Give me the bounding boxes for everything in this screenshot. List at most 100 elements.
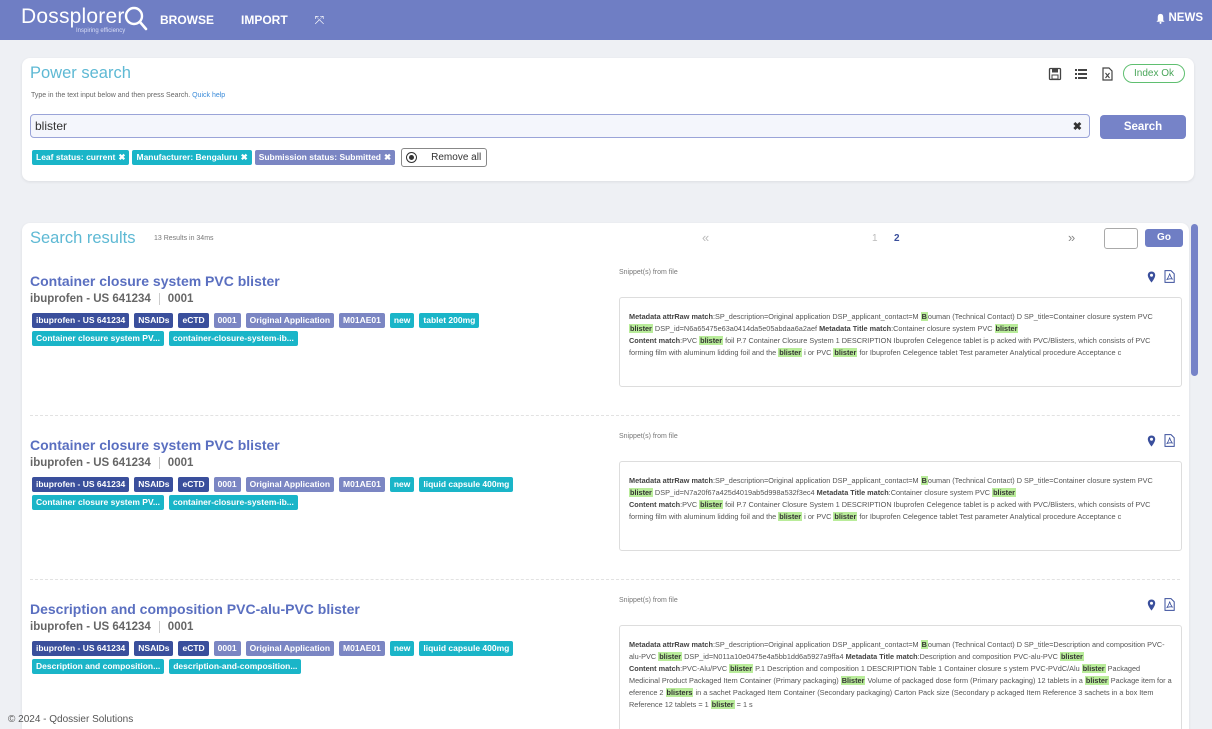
- pdf-file-icon[interactable]: [1164, 434, 1175, 452]
- snippet-text: :PVC: [680, 499, 700, 509]
- snippet-highlight: blister: [710, 699, 735, 709]
- results-scrollbar[interactable]: [1191, 224, 1198, 376]
- location-pin-icon[interactable]: [1147, 270, 1156, 288]
- snippet-highlight: B: [920, 640, 928, 649]
- result-product: ibuprofen - US 641234: [30, 621, 151, 633]
- result-item: Description and composition PVC-alu-PVC …: [22, 597, 1189, 729]
- snippet-highlight: blister: [833, 347, 858, 357]
- snippet-match-label: Content match: [629, 499, 681, 509]
- save-icon[interactable]: [1048, 67, 1062, 81]
- news-link[interactable]: NEWS: [1155, 12, 1204, 24]
- result-tag: container-closure-system-ib...: [168, 495, 298, 510]
- result-tags: ibuprofen - US 641234 NSAIDs eCTD 0001 O…: [32, 477, 592, 510]
- pdf-file-icon[interactable]: [1164, 598, 1175, 616]
- result-tag: liquid capsule 400mg: [419, 641, 514, 656]
- snippet-highlight: blister: [1059, 651, 1084, 661]
- clear-search-icon[interactable]: ✖: [1073, 120, 1082, 133]
- export-file-icon[interactable]: [1100, 67, 1114, 81]
- result-tag: new: [389, 641, 415, 656]
- subtitle-divider: [158, 457, 160, 469]
- result-tag: 0001: [213, 641, 241, 656]
- nav-browse[interactable]: BROWSE: [160, 13, 214, 27]
- snippet-text: :Container closure system PVC: [891, 323, 995, 333]
- snippet-match-label: Content match: [629, 335, 681, 345]
- snippet-highlight: blister: [729, 663, 754, 673]
- footer-copyright: © 2024 - Qdossier Solutions: [8, 714, 134, 725]
- snippet-match-label: Metadata attrRaw match: [629, 476, 713, 485]
- news-label: NEWS: [1168, 12, 1204, 24]
- result-tag: M01AE01: [339, 313, 385, 328]
- pagination-prev[interactable]: «: [702, 230, 709, 245]
- result-title[interactable]: Container closure system PVC blister: [30, 273, 280, 289]
- search-results-panel: Search results 13 Results in 34ms « 1 2 …: [22, 223, 1189, 729]
- snippet-match-label: Metadata attrRaw match: [629, 312, 713, 321]
- snippet-match-label: Metadata Title match: [819, 323, 892, 333]
- active-filters: Leaf status: current ✖ Manufacturer: Beng…: [32, 148, 488, 167]
- search-input[interactable]: blister ✖: [30, 114, 1090, 138]
- snippet-highlight: blister: [778, 347, 803, 357]
- snippet-text: :PVC: [680, 335, 700, 345]
- nav-import[interactable]: IMPORT: [241, 13, 288, 27]
- location-pin-icon[interactable]: [1147, 434, 1156, 452]
- snippet-highlight: Blister: [840, 675, 866, 685]
- pagination-next[interactable]: »: [1068, 230, 1075, 245]
- result-snippet: Metadata attrRaw match:SP_description=Or…: [619, 297, 1182, 387]
- result-tag: ibuprofen - US 641234: [32, 477, 130, 492]
- snippet-highlight: B: [920, 476, 928, 485]
- go-button[interactable]: Go: [1145, 229, 1183, 247]
- remove-all-button[interactable]: Remove all: [401, 148, 488, 167]
- result-tag: 0001: [213, 313, 241, 328]
- list-icon[interactable]: [1074, 67, 1088, 81]
- snippet-text: P.1 Description and composition 1 DESCRI…: [753, 663, 1082, 673]
- pagination-page-1[interactable]: 1: [872, 233, 878, 244]
- snippet-text: DSP_id=N7a20f67a425d4019ab5d998a532f3ec4: [652, 487, 817, 497]
- snippet-highlight: blister: [629, 323, 653, 333]
- remove-filter-icon[interactable]: ✖: [241, 152, 248, 162]
- expand-icon[interactable]: ⤧: [315, 13, 325, 28]
- filter-chip-submission-status[interactable]: Submission status: Submitted ✖: [254, 150, 396, 165]
- filter-chip-manufacturer[interactable]: Manufacturer: Bengaluru ✖: [132, 150, 252, 165]
- result-tag: NSAIDs: [134, 641, 174, 656]
- result-tag: Container closure system PV...: [32, 495, 164, 510]
- snippet-match-label: Metadata Title match: [816, 487, 889, 497]
- filter-chip-leaf-status[interactable]: Leaf status: current ✖: [32, 150, 130, 165]
- snippet-label: Snippet(s) from file: [619, 433, 678, 440]
- location-pin-icon[interactable]: [1147, 598, 1156, 616]
- result-divider: [30, 415, 1180, 416]
- top-navigation-bar: Dossplorer Inspiring efficiency BROWSE I…: [0, 0, 1212, 40]
- result-sequence: 0001: [167, 457, 194, 469]
- result-tag: eCTD: [178, 641, 209, 656]
- result-tag: NSAIDs: [134, 313, 174, 328]
- snippet-line: Content match:PVC blister foil P.7 Conta…: [629, 499, 1172, 523]
- quick-help-link[interactable]: Quick help: [192, 92, 225, 99]
- snippet-text: :PVC-Alu/PVC: [680, 663, 730, 673]
- snippet-line: Metadata attrRaw match:SP_description=Or…: [629, 639, 1172, 663]
- snippet-highlight: blister: [699, 499, 724, 509]
- result-tag: new: [389, 313, 415, 328]
- power-search-toolbar: [1048, 67, 1114, 81]
- snippet-highlight: blister: [994, 323, 1019, 333]
- result-tag: container-closure-system-ib...: [168, 331, 298, 346]
- result-title[interactable]: Description and composition PVC-alu-PVC …: [30, 601, 360, 617]
- result-tag: eCTD: [178, 477, 209, 492]
- search-results-title: Search results: [30, 229, 136, 247]
- result-tag: ibuprofen - US 641234: [32, 313, 130, 328]
- result-tag: description-and-composition...: [169, 659, 302, 674]
- result-title[interactable]: Container closure system PVC blister: [30, 437, 280, 453]
- subtitle-divider: [158, 293, 160, 305]
- remove-filter-icon[interactable]: ✖: [118, 152, 125, 162]
- page-number-input[interactable]: [1104, 228, 1138, 249]
- snippet-match-label: Metadata Title match: [845, 651, 918, 661]
- snippet-highlight: blister: [629, 487, 653, 497]
- result-tags: ibuprofen - US 641234 NSAIDs eCTD 0001 O…: [32, 313, 592, 346]
- pdf-file-icon[interactable]: [1164, 270, 1175, 288]
- snippet-line: Metadata attrRaw match:SP_description=Or…: [629, 475, 1172, 499]
- search-button[interactable]: Search: [1100, 115, 1186, 139]
- app-logo[interactable]: Dossplorer Inspiring efficiency: [18, 0, 168, 40]
- snippet-text: :SP_description=Original application DSP…: [712, 312, 921, 321]
- pagination-page-2[interactable]: 2: [894, 233, 900, 244]
- search-query-value[interactable]: blister: [35, 119, 67, 133]
- snippet-text: for Ibuprofen Celegence tablet Test para…: [857, 347, 1122, 357]
- power-search-title: Power search: [30, 64, 131, 82]
- remove-filter-icon[interactable]: ✖: [384, 152, 391, 162]
